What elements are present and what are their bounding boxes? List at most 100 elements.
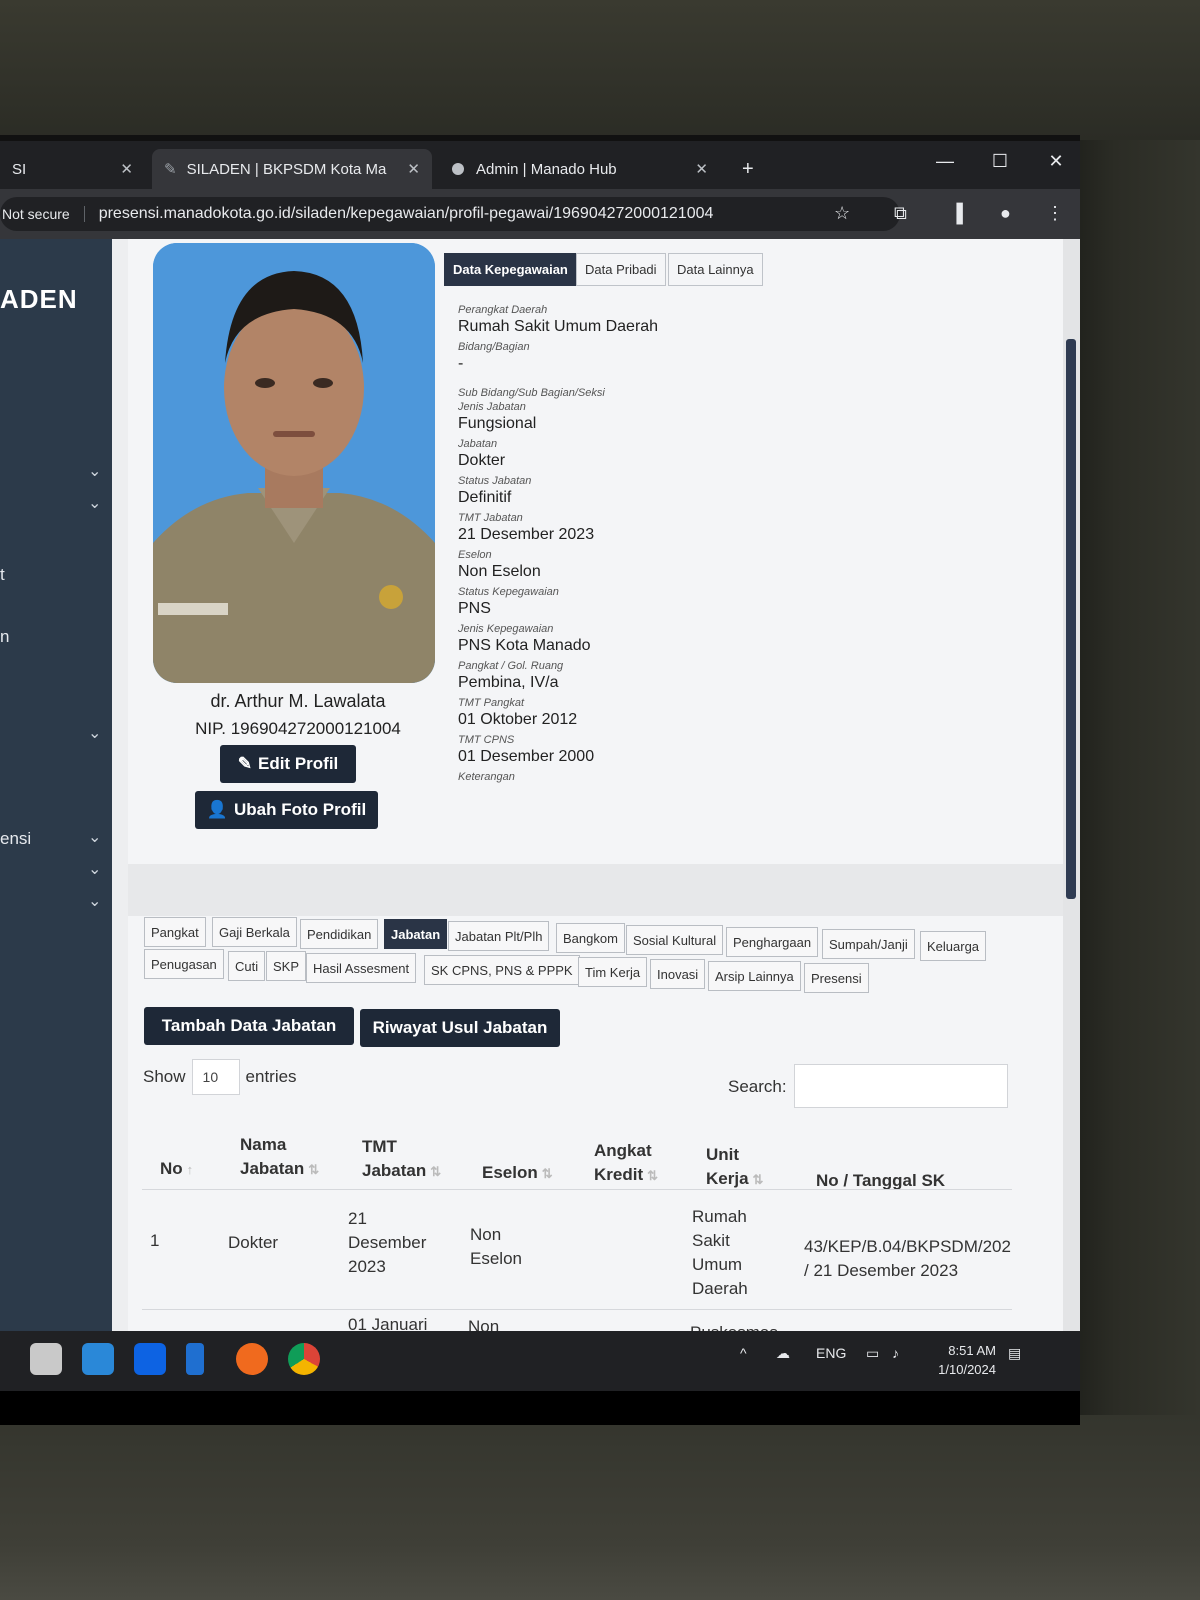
field-label: Perangkat Daerah <box>458 304 548 316</box>
close-tab-icon[interactable]: ✕ <box>695 160 708 178</box>
network-icon[interactable]: ☁ <box>776 1345 790 1362</box>
tab-jabatan[interactable]: Jabatan <box>384 919 448 949</box>
menu-kebab-icon[interactable]: ⋮ <box>1046 203 1064 224</box>
dropbox-icon[interactable] <box>134 1343 166 1375</box>
browser-tab-active[interactable]: ✎ SILADEN | BKPSDM Kota Manad ✕ <box>152 149 432 189</box>
close-tab-icon[interactable]: ✕ <box>407 160 420 178</box>
table-cell: Rumah Sakit Umum Daerah <box>692 1207 748 1298</box>
windows-taskbar: ^ ☁ ENG ▭ ♪ 8:51 AM 1/10/2024 ▤ <box>0 1331 1080 1391</box>
column-header-nama-jabatan[interactable]: Nama Jabatan ⇅ <box>240 1133 330 1182</box>
file-explorer-icon[interactable] <box>30 1343 62 1375</box>
tab-bangkom[interactable]: Bangkom <box>556 923 625 953</box>
tab-presensi[interactable]: Presensi <box>804 963 869 993</box>
add-position-button[interactable]: Tambah Data Jabatan <box>144 1007 354 1045</box>
tab-inovasi[interactable]: Inovasi <box>650 959 706 989</box>
tab-sosial-kultural[interactable]: Sosial Kultural <box>626 925 724 955</box>
sidebar-item-label[interactable]: ensi <box>0 829 31 849</box>
chevron-down-icon[interactable]: ⌄ <box>88 723 101 743</box>
sort-icon: ⇅ <box>752 1172 764 1187</box>
search-input[interactable] <box>794 1064 1008 1108</box>
field-value: Rumah Sakit Umum Daerah <box>458 318 659 335</box>
tab-cuti[interactable]: Cuti <box>228 951 266 981</box>
column-header-tmt-jabatan[interactable]: TMT Jabatan ⇅ <box>362 1135 452 1184</box>
profile-photo <box>153 243 435 683</box>
scrollbar-thumb[interactable] <box>1066 339 1076 899</box>
tab-pangkat[interactable]: Pangkat <box>144 917 206 947</box>
browser-tab[interactable]: Admin | Manado Hub ✕ <box>440 149 720 189</box>
field-value: Non Eselon <box>458 563 541 580</box>
wall-background <box>0 0 1200 140</box>
profile-icon[interactable]: ● <box>1000 203 1011 224</box>
url-text[interactable]: presensi.manadokota.go.id/siladen/kepega… <box>99 205 714 223</box>
extensions-icon[interactable]: ⧉ <box>894 203 907 224</box>
security-indicator[interactable]: Not secure <box>0 206 85 222</box>
chevron-down-icon[interactable]: ⌄ <box>88 827 101 847</box>
table-cell: 1 <box>150 1231 160 1250</box>
new-tab-button[interactable]: + <box>730 149 766 189</box>
bookmark-star-icon[interactable]: ☆ <box>834 203 850 224</box>
edit-profile-button[interactable]: ✎ Edit Profil <box>220 745 356 783</box>
entries-select[interactable]: 10 <box>191 1059 240 1095</box>
sidebar-item-label[interactable]: t <box>0 565 5 585</box>
firefox-icon[interactable] <box>236 1343 268 1375</box>
favicon-icon: ✎ <box>164 161 177 178</box>
column-header-no[interactable]: No ↑ <box>160 1157 193 1182</box>
tray-chevron-icon[interactable]: ^ <box>740 1345 747 1361</box>
field-label: Eselon <box>458 549 492 561</box>
profile-name: dr. Arthur M. Lawalata <box>210 691 386 711</box>
tab-tim-kerja[interactable]: Tim Kerja <box>578 957 648 987</box>
chevron-down-icon[interactable]: ⌄ <box>88 493 101 513</box>
tab-arsip-lainnya[interactable]: Arsip Lainnya <box>708 961 801 991</box>
field-value: Pembina, IV/a <box>458 674 559 691</box>
field-value: - <box>458 355 464 372</box>
tab-sk-cpns[interactable]: SK CPNS, PNS & PPPK <box>424 955 580 985</box>
maximize-icon[interactable]: ☐ <box>980 151 1020 172</box>
chevron-down-icon[interactable]: ⌄ <box>88 891 101 911</box>
employment-details: Perangkat Daerah Rumah Sakit Umum Daerah… <box>458 299 1018 785</box>
chrome-icon[interactable] <box>288 1343 320 1375</box>
tab-data-pribadi[interactable]: Data Pribadi <box>576 253 666 286</box>
column-header-unit-kerja[interactable]: Unit Kerja ⇅ <box>706 1143 776 1192</box>
field-label: Sub Bidang/Sub Bagian/Seksi <box>458 387 605 399</box>
field-value: PNS Kota Manado <box>458 637 591 654</box>
display-icon[interactable]: ▭ <box>866 1345 879 1362</box>
change-photo-label: Ubah Foto Profil <box>233 800 367 819</box>
tab-data-kepegawaian[interactable]: Data Kepegawaian <box>444 253 577 286</box>
tab-keluarga[interactable]: Keluarga <box>920 931 987 961</box>
position-history-button[interactable]: Riwayat Usul Jabatan <box>360 1009 560 1047</box>
side-panel-icon[interactable]: ▐ <box>950 203 963 224</box>
clock-time: 8:51 AM <box>948 1343 996 1358</box>
tab-data-lainnya[interactable]: Data Lainnya <box>668 253 763 286</box>
entries-label: entries <box>245 1067 297 1086</box>
chevron-down-icon[interactable]: ⌄ <box>88 859 101 879</box>
visual-studio-code-icon[interactable] <box>186 1343 204 1375</box>
close-window-icon[interactable]: ✕ <box>1036 151 1076 172</box>
tab-gaji-berkala[interactable]: Gaji Berkala <box>212 917 297 947</box>
volume-icon[interactable]: ♪ <box>892 1345 899 1361</box>
tab-title: SI <box>12 160 27 178</box>
tab-penugasan[interactable]: Penugasan <box>144 949 224 979</box>
close-tab-icon[interactable]: ✕ <box>120 160 133 178</box>
tab-pendidikan[interactable]: Pendidikan <box>300 919 379 949</box>
tab-skp[interactable]: SKP <box>266 951 307 981</box>
field-label: TMT CPNS <box>458 734 515 746</box>
change-photo-button[interactable]: 👤 Ubah Foto Profil <box>195 791 378 829</box>
minimize-icon[interactable]: — <box>925 151 965 172</box>
chevron-down-icon[interactable]: ⌄ <box>88 461 101 481</box>
field-value: 21 Desember 2023 <box>458 526 595 543</box>
tab-jabatan-plt[interactable]: Jabatan Plt/Plh <box>448 921 550 951</box>
column-header-eselon[interactable]: Eselon ⇅ <box>482 1161 553 1186</box>
tab-hasil-assesment[interactable]: Hasil Assesment <box>306 953 417 983</box>
tab-penghargaan[interactable]: Penghargaan <box>726 927 819 957</box>
browser-tab[interactable]: SI ✕ <box>0 149 145 189</box>
notification-icon[interactable]: ▤ <box>1008 1345 1021 1362</box>
sidebar-item-label[interactable]: n <box>0 627 9 647</box>
clock[interactable]: 8:51 AM 1/10/2024 <box>926 1343 996 1377</box>
address-bar[interactable]: Not secure presensi.manadokota.go.id/sil… <box>0 197 900 231</box>
language-indicator[interactable]: ENG <box>816 1345 846 1361</box>
column-header-angkat-kredit[interactable]: Angkat Kredit ⇅ <box>594 1139 674 1188</box>
field-label: Jenis Kepegawaian <box>458 623 554 635</box>
mail-icon[interactable] <box>82 1343 114 1375</box>
sort-icon: ⇅ <box>430 1164 442 1179</box>
tab-sumpah-janji[interactable]: Sumpah/Janji <box>822 929 915 959</box>
